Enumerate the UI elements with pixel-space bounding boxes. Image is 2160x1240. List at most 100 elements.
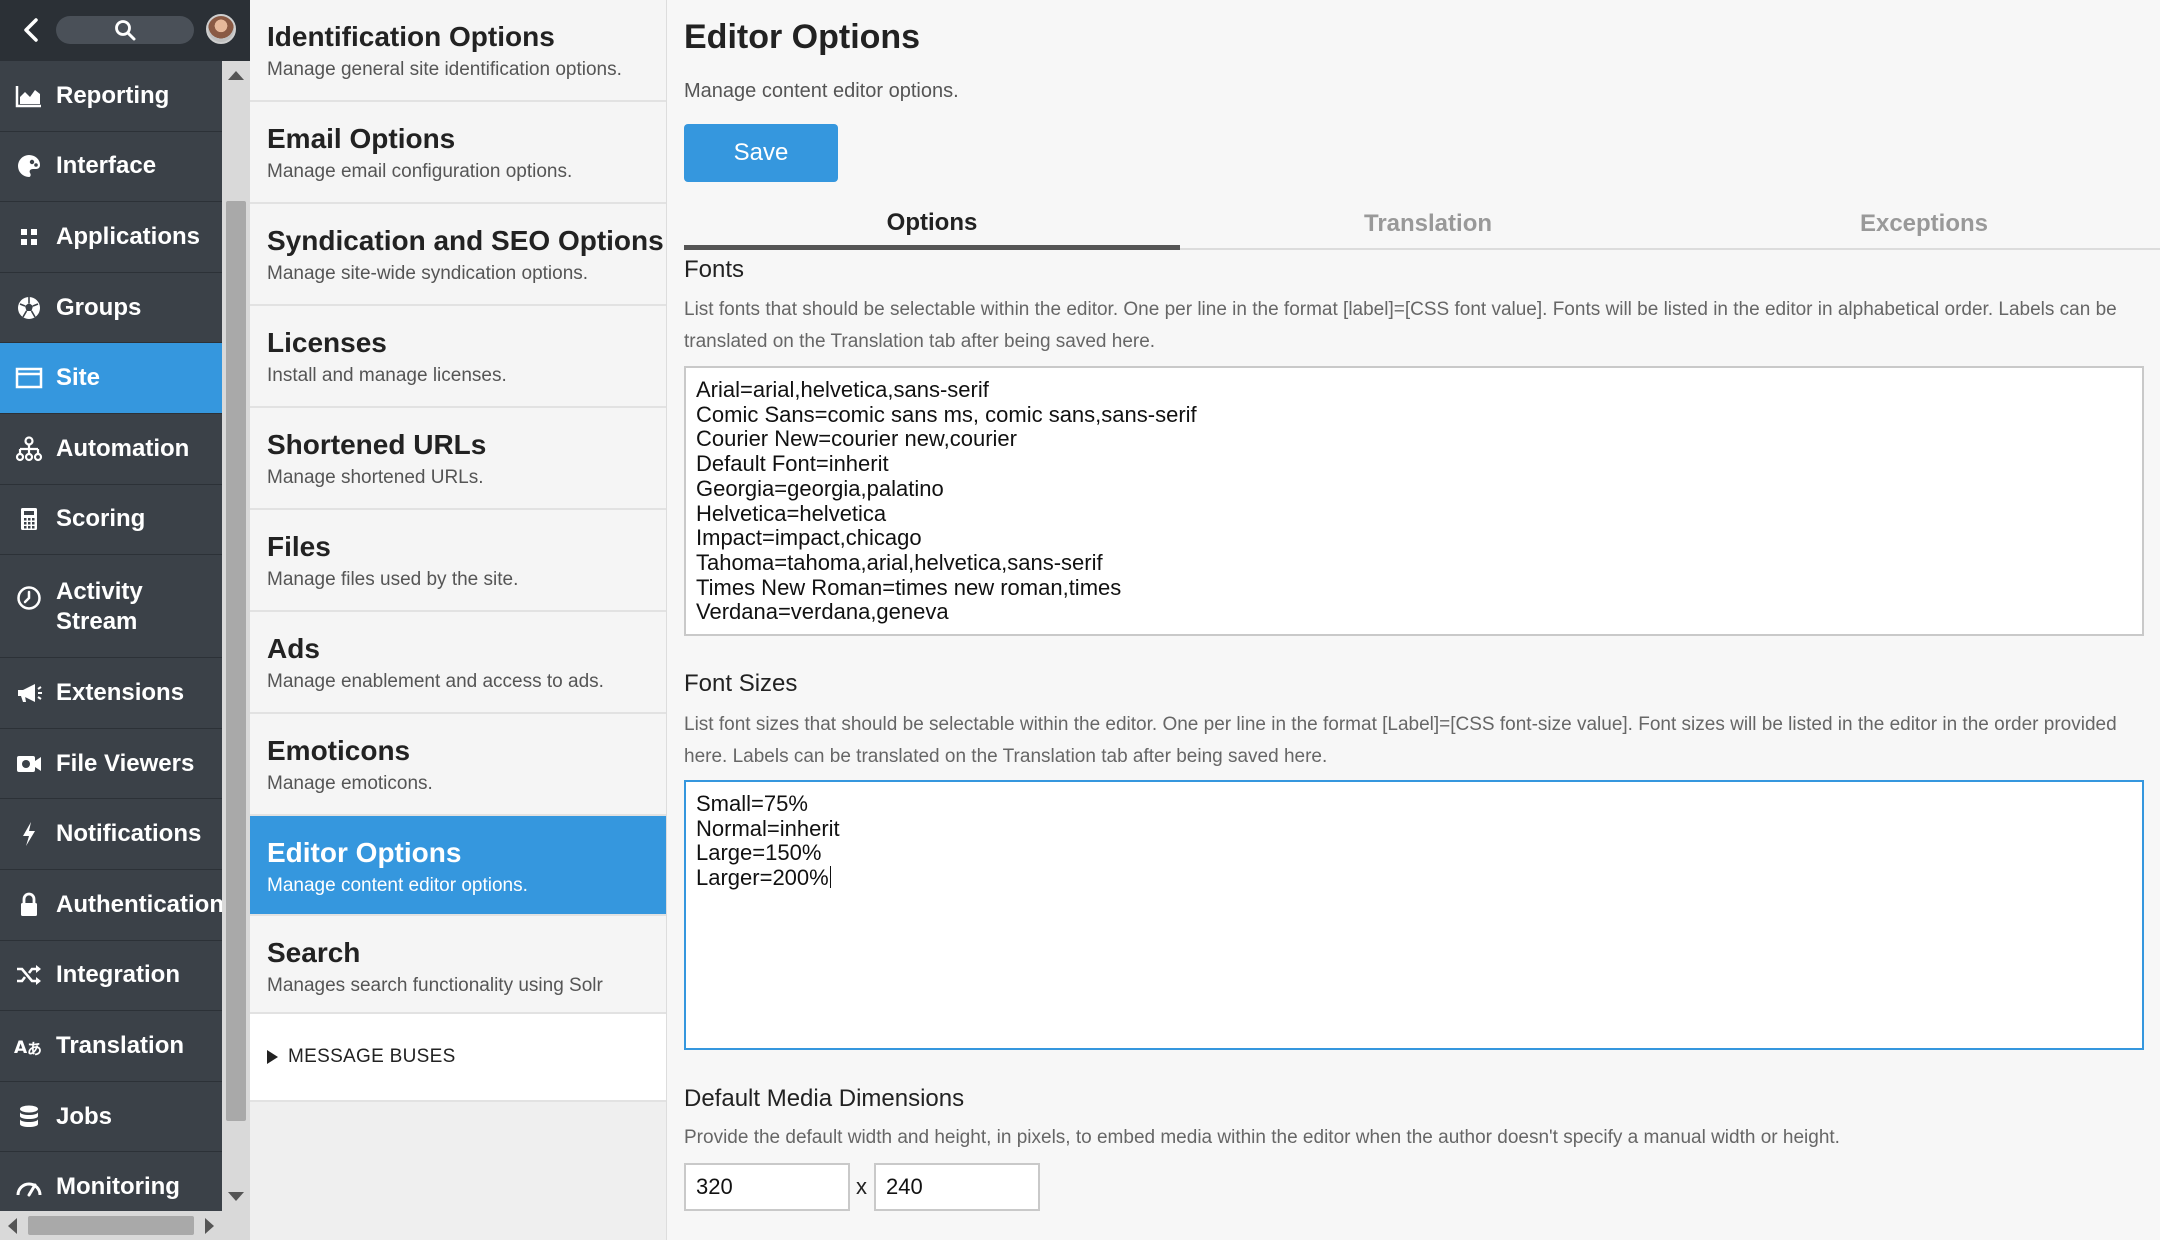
video-camera-icon [14,749,44,779]
fonts-line: Georgia=georgia,palatino [696,475,944,501]
nav-item-reporting[interactable]: Reporting [0,61,222,132]
main-nav: Reporting Interface Applications Groups … [0,0,250,1240]
settings-item-title: Editor Options [267,837,462,868]
soccer-ball-icon [14,293,44,323]
nav-item-extensions[interactable]: Extensions [0,658,222,729]
scroll-left-arrow-icon[interactable] [8,1218,17,1234]
database-icon [14,1102,44,1132]
settings-item-title: Identification Options [267,21,555,52]
media-width-input[interactable]: 320 [684,1163,850,1211]
settings-item-identification-options[interactable]: Identification Options Manage general si… [250,0,666,102]
expand-triangle-icon [267,1050,278,1064]
nav-label: Jobs [56,1102,113,1130]
org-chart-icon [14,434,44,464]
scroll-right-arrow-icon[interactable] [205,1218,214,1234]
settings-item-title: Licenses [267,327,387,358]
megaphone-icon [14,678,44,708]
settings-item-syndication-seo-options[interactable]: Syndication and SEO Options Manage site-… [250,204,666,306]
fonts-textarea[interactable]: Arial=arial,helvetica,sans-serif Comic S… [684,366,2144,636]
settings-item-desc: Manage email configuration options. [267,161,573,182]
settings-item-desc: Manage files used by the site. [267,569,519,590]
media-height-input[interactable]: 240 [874,1163,1040,1211]
nav-label: Applications [56,222,201,250]
settings-item-desc: Manage enablement and access to ads. [267,671,604,692]
nav-item-interface[interactable]: Interface [0,131,222,203]
font-sizes-textarea[interactable]: Small=75% Normal=inherit Large=150% Larg… [684,780,2144,1050]
tab-exceptions[interactable]: Exceptions [1676,200,2160,248]
fonts-line: Comic Sans=comic sans ms, comic sans,san… [696,401,1197,427]
calculator-icon [14,504,44,534]
dimension-separator: x [856,1174,867,1199]
settings-item-email-options[interactable]: Email Options Manage email configuration… [250,102,666,204]
tab-translation[interactable]: Translation [1180,200,1676,248]
nav-label: Scoring [56,505,146,533]
nav-item-applications[interactable]: Applications [0,202,222,273]
nav-item-scoring[interactable]: Scoring [0,484,222,556]
editor-options-panel: Editor Options Manage content editor opt… [668,0,2160,1240]
tab-options[interactable]: Options [684,200,1180,250]
back-button[interactable] [14,12,48,48]
settings-item-title: Shortened URLs [267,429,487,460]
fonts-line: Impact=impact,chicago [696,525,922,551]
font-sizes-line: Large=150% [696,840,822,866]
tab-bar: Options Translation Exceptions [684,200,2160,250]
settings-item-title: Emoticons [267,735,411,766]
nav-label: Authentication [56,890,224,918]
fonts-title: Fonts [684,256,745,283]
nav-header [0,0,250,61]
nav-item-jobs[interactable]: Jobs [0,1081,222,1153]
text-caret [829,866,831,889]
settings-item-desc: Manage site-wide syndication options. [267,263,589,284]
fonts-line: Courier New=courier new,courier [696,426,1017,452]
message-buses-toggle[interactable]: MESSAGE BUSES [250,1014,666,1102]
font-sizes-title: Font Sizes [684,670,798,697]
nav-search-button[interactable] [56,16,194,44]
nav-horizontal-scrollbar[interactable] [0,1211,222,1240]
settings-item-shortened-urls[interactable]: Shortened URLs Manage shortened URLs. [250,408,666,510]
settings-item-ads[interactable]: Ads Manage enablement and access to ads. [250,612,666,714]
settings-item-editor-options[interactable]: Editor Options Manage content editor opt… [250,816,666,916]
fonts-line: Arial=arial,helvetica,sans-serif [696,377,989,402]
fonts-line: Helvetica=helvetica [696,500,887,526]
nav-item-translation[interactable]: Aあ Translation [0,1011,222,1082]
fonts-line: Times New Roman=times new roman,times [696,574,1122,600]
gauge-icon [14,1172,44,1202]
nav-vertical-scrollbar[interactable] [222,61,250,1211]
fonts-description: List fonts that should be selectable wit… [684,299,2117,352]
lock-icon [14,890,44,920]
nav-item-groups[interactable]: Groups [0,272,222,344]
user-avatar[interactable] [206,14,236,44]
settings-item-title: Ads [267,633,320,664]
settings-item-desc: Manage shortened URLs. [267,467,484,488]
nav-item-integration[interactable]: Integration [0,940,222,1012]
nav-label: Extensions [56,678,185,706]
save-button[interactable]: Save [684,124,838,182]
settings-item-desc: Manage general site identification optio… [267,59,622,80]
scroll-thumb[interactable] [226,201,246,1121]
nav-item-activity-stream[interactable]: Activity Stream [0,555,222,659]
page-description: Manage content editor options. [684,80,959,102]
palette-icon [14,151,44,181]
scroll-down-arrow-icon[interactable] [228,1192,244,1201]
chevron-left-icon [24,18,38,42]
nav-item-site[interactable]: Site [0,343,222,414]
fonts-line: Verdana=verdana,geneva [696,599,949,625]
settings-item-licenses[interactable]: Licenses Install and manage licenses. [250,306,666,408]
area-chart-icon [14,81,44,111]
settings-item-emoticons[interactable]: Emoticons Manage emoticons. [250,714,666,816]
settings-item-desc: Manages search functionality using Solr [267,975,603,996]
nav-item-authentication[interactable]: Authentication [0,869,224,941]
nav-label: File Viewers [56,749,195,777]
scroll-up-arrow-icon[interactable] [228,71,244,80]
nav-item-notifications[interactable]: Notifications [0,799,222,870]
media-dimensions-title: Default Media Dimensions [684,1085,965,1112]
nav-item-automation[interactable]: Automation [0,413,222,485]
translate-icon: Aあ [14,1031,44,1061]
nav-label: Integration [56,961,180,989]
scroll-thumb[interactable] [28,1216,194,1235]
scrollbar-corner [222,1211,250,1240]
page-title: Editor Options [684,18,921,56]
nav-item-file-viewers[interactable]: File Viewers [0,728,222,800]
settings-item-files[interactable]: Files Manage files used by the site. [250,510,666,612]
settings-item-search[interactable]: Search Manages search functionality usin… [250,916,666,1014]
